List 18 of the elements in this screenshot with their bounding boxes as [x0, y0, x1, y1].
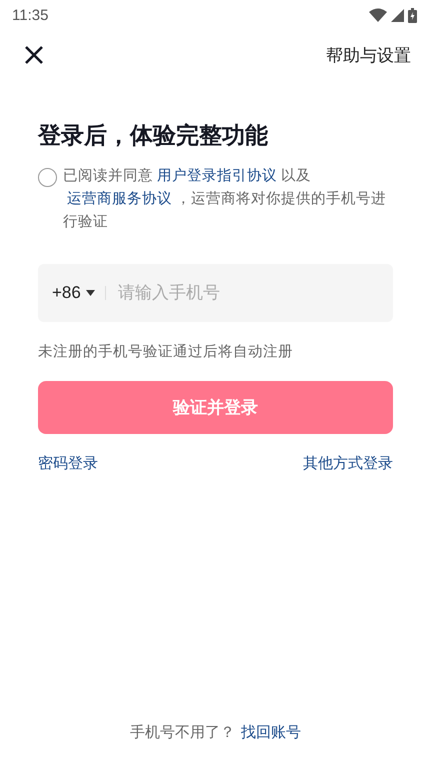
register-hint: 未注册的手机号验证通过后将自动注册: [38, 342, 294, 361]
login-option-link[interactable]: 密码登录: [38, 454, 98, 473]
agreement-text: 已阅读并同意 用户登录指引协议 以及 运营商服务协议 ，运营商将对你提供的手机号进行验证: [63, 166, 387, 232]
agreement-link[interactable]: 用户登录指引协议: [157, 168, 277, 184]
agree-radio[interactable]: [38, 168, 57, 187]
phone-field[interactable]: +86 请输入手机号: [38, 264, 393, 322]
country-code-dropdown[interactable]: +86: [52, 283, 95, 303]
login-option-link[interactable]: 其他方式登录: [303, 454, 393, 473]
signal-icon: [391, 8, 404, 22]
status-time: 11:35: [12, 6, 48, 24]
caret-icon: [86, 290, 95, 296]
footer-text: 手机号不用了？: [130, 723, 235, 742]
wifi-icon: [369, 8, 387, 22]
recover-account-link[interactable]: 找回账号: [241, 723, 301, 742]
help-settings-button[interactable]: 帮助与设置: [326, 44, 411, 66]
battery-icon: [408, 8, 417, 22]
page-title: 登录后，体验完整功能: [38, 122, 269, 151]
agreement-link[interactable]: 运营商服务协议: [67, 191, 172, 207]
